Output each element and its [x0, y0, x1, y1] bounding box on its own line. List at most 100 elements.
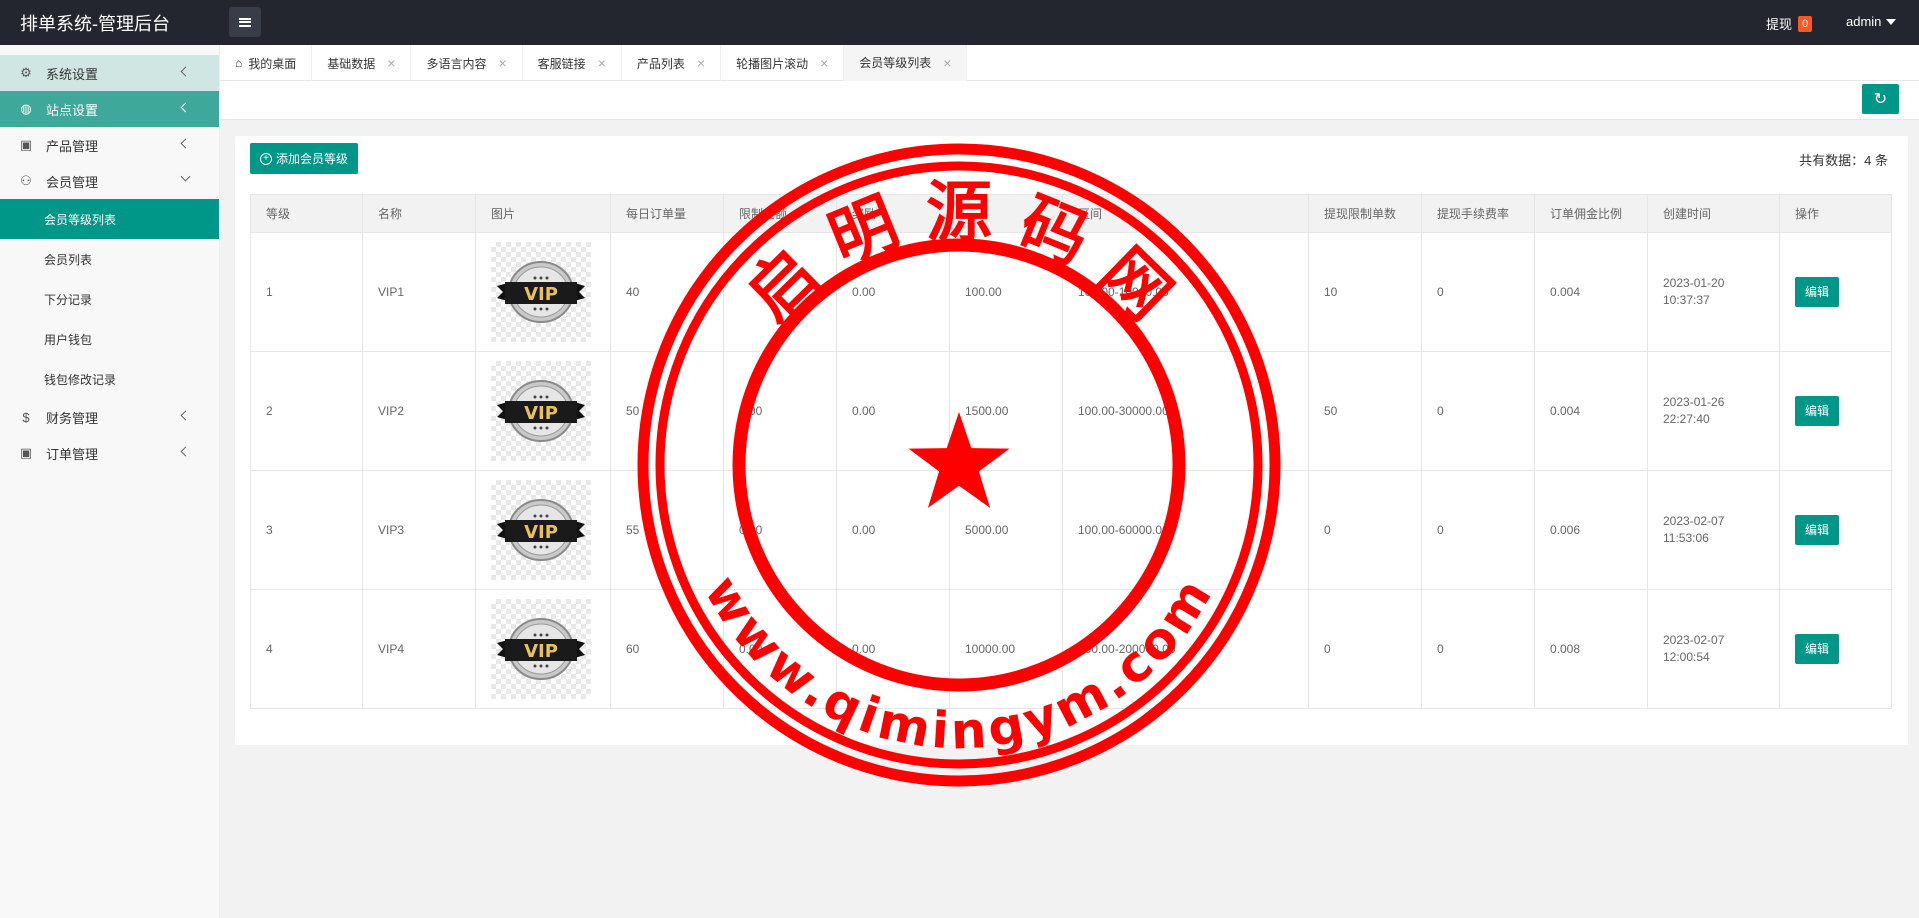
box-icon: ▣ — [19, 445, 33, 460]
gear-icon: ⚙ — [20, 65, 32, 80]
refresh-icon: ↻ — [1873, 91, 1888, 108]
sidebar-item-system-settings[interactable]: ⚙ 系统设置 — [0, 55, 219, 91]
column-header: 每日订单量 — [610, 194, 724, 233]
chevron-left-icon — [180, 446, 191, 457]
vip-badge-image: VIP — [491, 361, 591, 461]
sidebar-item-finance[interactable]: $ 财务管理 — [0, 399, 219, 435]
cell-fee: 0 — [1421, 589, 1535, 709]
box-icon: ▣ — [19, 137, 33, 152]
edit-button[interactable]: 编辑 — [1795, 515, 1840, 545]
app-title: 排单系统-管理后台 — [20, 14, 170, 34]
chevron-left-icon — [180, 66, 191, 77]
cell-limit: 0.00 — [723, 351, 837, 471]
cell-col6: 5000.00 — [949, 470, 1063, 590]
action-cell: 编辑 — [1779, 589, 1892, 709]
sidebar-item-products[interactable]: ▣ 产品管理 — [0, 127, 219, 163]
add-button-label: 添加会员等级 — [276, 152, 349, 166]
sidebar-item-label: 订单管理 — [46, 446, 99, 462]
vip-badge-text: VIP — [524, 522, 558, 543]
cell-wd_limit: 50 — [1308, 351, 1422, 471]
cell-col6: 10000.00 — [949, 589, 1063, 709]
tab-label: 产品列表 — [636, 56, 685, 71]
cell-reward: 0.00 — [836, 470, 950, 590]
cell-wd_limit: 0 — [1308, 470, 1422, 590]
sidebar-subitem-wallet-changes[interactable]: 钱包修改记录 — [0, 359, 219, 399]
vip-image-cell: VIP — [475, 351, 611, 471]
vip-badge-text: VIP — [524, 284, 558, 305]
sidebar-item-label: 站点设置 — [46, 102, 99, 118]
column-header: 订单佣金比例 — [1534, 194, 1648, 233]
edit-button[interactable]: 编辑 — [1795, 634, 1840, 664]
column-header: 区间 — [1062, 194, 1309, 233]
cell-commission: 0.006 — [1534, 470, 1648, 590]
action-cell: 编辑 — [1779, 232, 1892, 352]
tab-label: 客服链接 — [537, 56, 586, 71]
column-header: 名称 — [362, 194, 476, 233]
sidebar-item-label: 系统设置 — [46, 66, 99, 82]
action-cell: 编辑 — [1779, 470, 1892, 590]
cell-limit: 0.00 — [723, 470, 837, 590]
close-icon[interactable]: × — [598, 55, 606, 71]
tab-label: 我的桌面 — [248, 56, 297, 71]
cell-commission: 0.008 — [1534, 589, 1648, 709]
tab-basic-data[interactable]: 基础数据 × — [312, 45, 412, 81]
cell-reward: 0.00 — [836, 589, 950, 709]
cell-orders: 60 — [610, 589, 724, 709]
cell-commission: 0.004 — [1534, 232, 1648, 352]
cell-limit: 0.00 — [723, 589, 837, 709]
column-header: 提现限制单数 — [1308, 194, 1422, 233]
cell-commission: 0.004 — [1534, 351, 1648, 471]
cell-range: 100.00-200000.00 — [1062, 589, 1309, 709]
cell-orders: 55 — [610, 470, 724, 590]
tab-carousel[interactable]: 轮播图片滚动 × — [721, 45, 845, 81]
tab-label: 多语言内容 — [426, 56, 487, 71]
user-name: admin — [1846, 14, 1882, 29]
sidebar-item-label: 产品管理 — [46, 138, 99, 154]
cell-created: 2023-01-26 22:27:40 — [1647, 351, 1780, 471]
sidebar-item-orders[interactable]: ▣ 订单管理 — [0, 435, 219, 471]
user-menu[interactable]: admin — [1846, 14, 1897, 29]
column-header: 创建时间 — [1647, 194, 1780, 233]
table-row: 4 VIP4 VIP 60 0.00 0.00 10000.00 100.00-200000.… — [250, 589, 1892, 709]
close-icon[interactable]: × — [697, 55, 705, 71]
sidebar-subitem-points-records[interactable]: 下分记录 — [0, 279, 219, 319]
close-icon[interactable]: × — [943, 55, 951, 71]
vip-image-cell: VIP — [475, 470, 611, 590]
tab-multilang[interactable]: 多语言内容 × — [411, 45, 523, 81]
menu-toggle-button[interactable] — [229, 7, 261, 37]
refresh-button[interactable]: ↻ — [1862, 84, 1899, 114]
cell-level: 2 — [250, 351, 363, 471]
withdraw-link[interactable]: 提现 0 — [1766, 14, 1813, 33]
tab-service-links[interactable]: 客服链接 × — [523, 45, 622, 81]
hamburger-icon — [239, 17, 251, 27]
cell-fee: 0 — [1421, 470, 1535, 590]
close-icon[interactable]: × — [387, 55, 395, 71]
cell-col6: 100.00 — [949, 232, 1063, 352]
cell-range: 100.00-60000.00 — [1062, 470, 1309, 590]
sidebar-subitem-member-list[interactable]: 会员列表 — [0, 239, 219, 279]
close-icon[interactable]: × — [498, 55, 506, 71]
close-icon[interactable]: × — [820, 55, 828, 71]
sidebar-item-site-settings[interactable]: ◍ 站点设置 — [0, 91, 219, 127]
edit-button[interactable]: 编辑 — [1795, 396, 1840, 426]
cell-wd_limit: 10 — [1308, 232, 1422, 352]
edit-button[interactable]: 编辑 — [1795, 277, 1840, 307]
table-row: 1 VIP1 VIP 40 0.00 100.00 100.00-10000.00 10 0 0.… — [250, 232, 1892, 352]
cell-col6: 1500.00 — [949, 351, 1063, 471]
sidebar-item-members[interactable]: ⚇ 会员管理 — [0, 163, 219, 199]
tab-product-list[interactable]: 产品列表 × — [622, 45, 722, 81]
column-header: 限制金额 — [723, 194, 837, 233]
dollar-icon: $ — [22, 409, 30, 425]
cell-orders: 40 — [610, 232, 724, 352]
sidebar-subitem-member-levels[interactable]: 会员等级列表 — [0, 199, 219, 239]
tab-member-levels[interactable]: 会员等级列表 × — [844, 45, 968, 81]
cell-fee: 0 — [1421, 351, 1535, 471]
total-count: 共有数据：4 条 — [1799, 153, 1888, 168]
vip-badge-image: VIP — [491, 599, 591, 699]
column-header: 奖励 — [836, 194, 950, 233]
vip-image-cell: VIP — [475, 589, 611, 709]
cell-level: 3 — [250, 470, 363, 590]
tab-desktop[interactable]: ⌂ 我的桌面 — [220, 45, 313, 81]
add-member-level-button[interactable]: + 添加会员等级 — [250, 143, 359, 174]
sidebar-subitem-user-wallet[interactable]: 用户钱包 — [0, 319, 219, 359]
